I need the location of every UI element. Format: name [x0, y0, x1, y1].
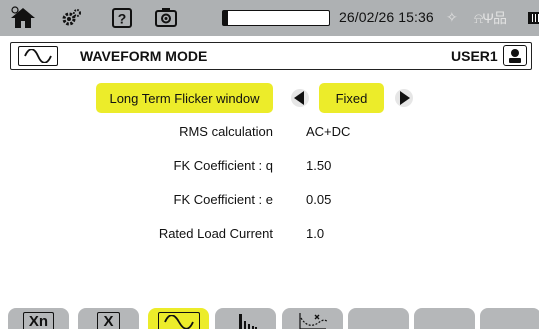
gear-icon[interactable] [60, 6, 84, 30]
rated-load-current-value[interactable]: 1.0 [306, 226, 324, 241]
fk-coefficient-q-value[interactable]: 1.50 [306, 158, 331, 173]
arrow-left-icon[interactable] [290, 88, 310, 108]
tab-xn[interactable]: Xn [8, 308, 69, 329]
usb-network-icon: ⍾Ψ品 [474, 10, 507, 26]
datetime: 26/02/26 15:36 [339, 9, 434, 25]
fk-coefficient-q-label: FK Coefficient : q [173, 158, 273, 173]
tab-harmonics[interactable] [215, 308, 276, 329]
sine-wave-icon [18, 46, 58, 66]
svg-text:?: ? [118, 11, 127, 27]
user-icon[interactable] [503, 45, 527, 66]
help-icon[interactable]: ? [110, 6, 134, 30]
xn-icon: Xn [22, 312, 55, 329]
rms-calculation-label: RMS calculation [179, 124, 273, 139]
rms-calculation-value[interactable]: AC+DC [306, 124, 350, 139]
memory-progress-fill [223, 11, 229, 25]
battery-icon [528, 12, 539, 24]
curve-marker-icon [296, 312, 330, 329]
fk-coefficient-e-label: FK Coefficient : e [173, 192, 273, 207]
rated-load-current-label: Rated Load Current [158, 226, 273, 241]
tab-empty-2[interactable] [414, 308, 475, 329]
user-label: USER1 [451, 48, 498, 64]
arrow-right-icon[interactable] [394, 88, 414, 108]
tab-empty-3[interactable] [480, 308, 539, 329]
flicker-window-value[interactable]: Fixed [319, 83, 384, 113]
fk-coefficient-e-value[interactable]: 0.05 [306, 192, 331, 207]
tab-empty-1[interactable] [348, 308, 409, 329]
tab-x[interactable]: X [78, 308, 139, 329]
home-icon[interactable] [8, 6, 38, 30]
page-title: WAVEFORM MODE [80, 48, 208, 64]
title-bar: WAVEFORM MODE USER1 [10, 42, 532, 70]
flicker-window-label[interactable]: Long Term Flicker window [96, 83, 273, 113]
sine-wave-icon [157, 312, 200, 329]
tab-curve[interactable] [282, 308, 343, 329]
softkey-tabs: Xn X [0, 308, 539, 329]
gps-icon: ✧ [446, 9, 458, 25]
camera-icon[interactable] [152, 6, 180, 30]
status-bar: ? 26/02/26 15:36 ✧ ⍾Ψ品 [0, 0, 539, 36]
memory-progress-bar [222, 10, 330, 26]
harmonics-bar-icon [231, 312, 261, 329]
x-icon: X [97, 312, 120, 329]
tab-waveform[interactable] [148, 308, 209, 329]
